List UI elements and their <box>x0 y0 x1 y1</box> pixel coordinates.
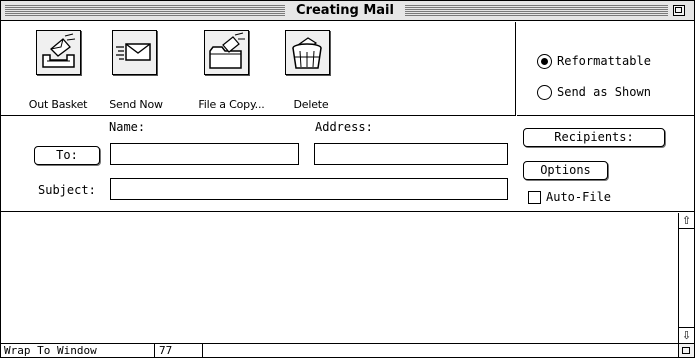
checkbox-unchecked-icon <box>528 190 541 204</box>
subject-label: Subject: <box>38 183 96 197</box>
recipients-button[interactable]: Recipients: <box>523 128 665 147</box>
radio-unselected-icon <box>537 84 552 100</box>
name-field[interactable] <box>110 143 299 165</box>
radio-selected-icon <box>537 53 552 69</box>
send-as-shown-label: Send as Shown <box>557 85 651 99</box>
delete-label: Delete <box>293 98 329 111</box>
grow-box-icon[interactable] <box>678 344 694 357</box>
address-column-label: Address: <box>315 120 373 134</box>
status-bar: Wrap To Window 77 <box>1 343 694 357</box>
send-now-label: Send Now <box>109 98 163 111</box>
auto-file-label: Auto-File <box>546 190 612 204</box>
trash-basket-icon <box>285 30 330 75</box>
toolbar: Out Basket Send Now File a Copy... Delet… <box>1 22 516 116</box>
window-title: Creating Mail <box>285 2 405 20</box>
scroll-up-arrow-icon[interactable]: ⇧ <box>679 213 694 229</box>
message-body[interactable] <box>1 213 678 343</box>
title-bar[interactable]: Creating Mail <box>1 1 694 21</box>
file-folder-icon <box>204 30 249 75</box>
address-fields: Name: Address: To: Subject: Recipients: … <box>1 117 694 212</box>
send-as-shown-radio[interactable]: Send as Shown <box>537 83 651 101</box>
reformattable-label: Reformattable <box>557 54 651 68</box>
file-a-copy-label: File a Copy... <box>198 98 265 111</box>
wrap-mode-popup[interactable]: Wrap To Window <box>1 344 155 357</box>
reformattable-radio[interactable]: Reformattable <box>537 52 651 70</box>
title-bar-stripes-right <box>405 5 668 16</box>
name-column-label: Name: <box>109 120 146 134</box>
address-field[interactable] <box>314 143 508 165</box>
zoom-box-icon[interactable] <box>673 5 685 16</box>
format-panel: Reformattable Send as Shown <box>517 22 694 116</box>
out-basket-label: Out Basket <box>28 98 88 111</box>
mail-window: Creating Mail Out Basket Send Now File a… <box>0 0 695 358</box>
title-bar-stripes-left <box>5 5 285 16</box>
delete-button[interactable]: Delete <box>271 22 351 116</box>
vertical-scrollbar[interactable]: ⇧ ⇩ <box>678 213 694 343</box>
send-now-button[interactable]: Send Now <box>96 22 176 116</box>
subject-field[interactable] <box>110 178 508 200</box>
send-envelope-icon <box>112 30 157 75</box>
column-count: 77 <box>155 344 203 357</box>
options-button[interactable]: Options <box>523 161 608 180</box>
out-basket-icon <box>36 30 81 75</box>
scroll-down-arrow-icon[interactable]: ⇩ <box>679 327 694 343</box>
auto-file-checkbox[interactable]: Auto-File <box>528 190 611 204</box>
out-basket-button[interactable]: Out Basket <box>13 22 103 116</box>
to-button[interactable]: To: <box>34 146 100 165</box>
file-a-copy-button[interactable]: File a Copy... <box>184 22 279 116</box>
